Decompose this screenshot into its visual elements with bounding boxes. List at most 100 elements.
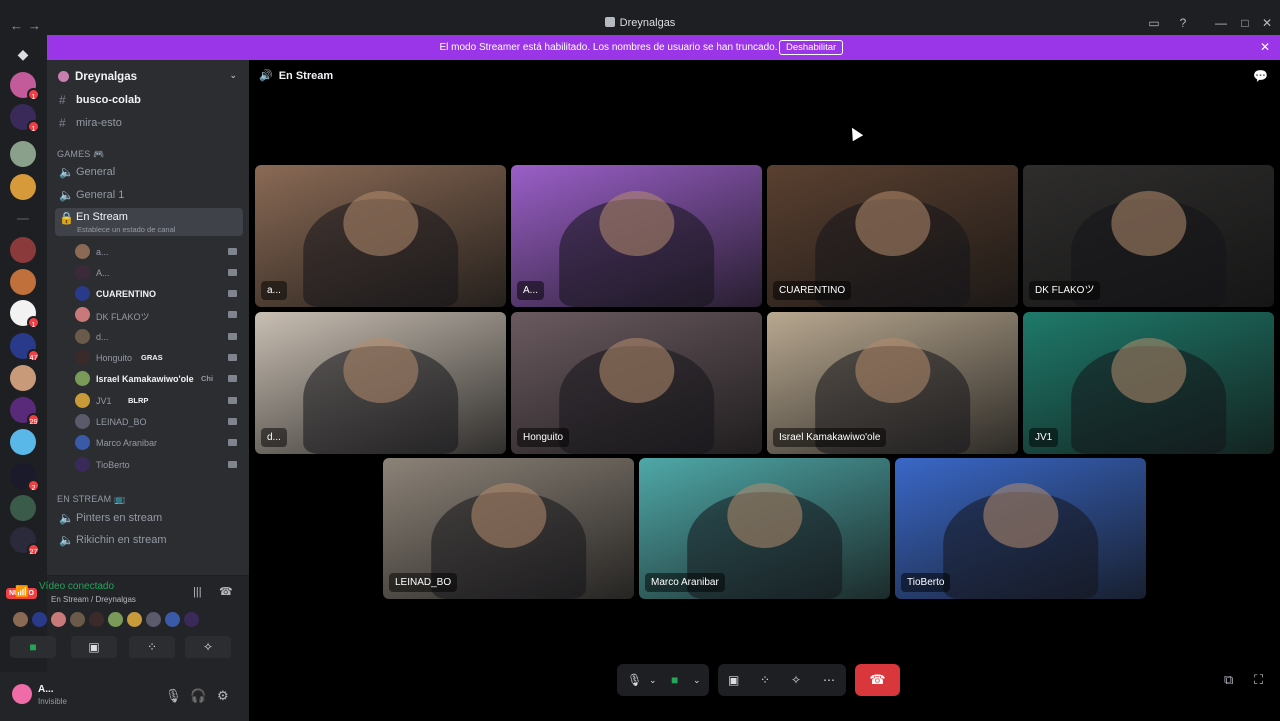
member-row[interactable]: JV1 BLRP bbox=[75, 390, 241, 410]
server-icon[interactable] bbox=[10, 269, 36, 295]
chevron-down-icon[interactable]: ⌄ bbox=[693, 664, 701, 696]
participant-head bbox=[982, 483, 1059, 549]
inbox-icon[interactable]: ▭ bbox=[1146, 16, 1162, 30]
server-icon[interactable] bbox=[10, 141, 36, 167]
tile-label: Honguito bbox=[517, 428, 570, 447]
avatar bbox=[75, 435, 90, 450]
server-icon[interactable] bbox=[10, 365, 36, 391]
member-row[interactable]: a... bbox=[75, 241, 241, 261]
voice-status[interactable]: Vídeo conectado bbox=[39, 581, 114, 592]
hang-up-button[interactable]: ☎ bbox=[855, 664, 900, 696]
channel-mira-esto[interactable]: # mira-esto bbox=[55, 113, 243, 133]
member-row[interactable]: DK FLAKOツ bbox=[75, 304, 241, 324]
member-row[interactable]: Marco Aranibar bbox=[75, 432, 241, 452]
server-icon[interactable]: 27 bbox=[10, 527, 40, 556]
video-tile[interactable]: Marco Aranibar bbox=[639, 458, 890, 599]
disconnect-icon[interactable]: ☎ bbox=[219, 585, 233, 598]
server-icon[interactable]: 1 bbox=[10, 104, 40, 133]
video-tile[interactable]: TioBerto bbox=[895, 458, 1146, 599]
tile-label: JV1 bbox=[1029, 428, 1059, 447]
microphone-icon[interactable]: 🎙 bbox=[627, 664, 642, 696]
screen-share-button[interactable]: ▣ bbox=[71, 636, 117, 658]
voice-location: En Stream / Dreynalgas bbox=[51, 595, 136, 604]
voice-channel-general-1[interactable]: 🔈 General 1 bbox=[55, 185, 243, 205]
minimize-icon[interactable]: — bbox=[1213, 16, 1229, 30]
chat-bubble-icon[interactable]: 💬 bbox=[1253, 69, 1268, 83]
soundboard-icon[interactable]: ✧ bbox=[791, 664, 801, 696]
tile-label: CUARENTINO bbox=[773, 281, 852, 300]
video-tile-speaking[interactable]: Israel Kamakawiwo'ole bbox=[767, 312, 1018, 454]
avatar[interactable] bbox=[12, 684, 32, 704]
member-row[interactable]: Honguito GRAS bbox=[75, 347, 241, 367]
headphones-icon[interactable]: 🎧 bbox=[190, 688, 206, 704]
stage-channel-name: En Stream bbox=[278, 70, 334, 82]
pop-out-icon[interactable]: ⧉ bbox=[1224, 672, 1233, 688]
video-tile[interactable]: d... bbox=[255, 312, 506, 454]
disable-streamer-button[interactable]: Deshabilitar bbox=[779, 40, 844, 55]
close-banner-icon[interactable]: ✕ bbox=[1260, 40, 1270, 54]
category-games[interactable]: GAMES 🎮 bbox=[57, 149, 105, 160]
help-icon[interactable]: ? bbox=[1175, 16, 1191, 30]
settings-icon[interactable]: ⚙ bbox=[217, 688, 229, 704]
avatar bbox=[75, 393, 90, 408]
voice-channel-rikichin[interactable]: 🔈 Rikichin en stream bbox=[55, 530, 243, 550]
member-row[interactable]: CUARENTINO bbox=[75, 283, 241, 303]
fullscreen-icon[interactable]: ⛶ bbox=[1254, 672, 1263, 688]
activities-icon[interactable]: ⁘ bbox=[760, 664, 770, 696]
close-window-icon[interactable]: ✕ bbox=[1259, 16, 1275, 30]
soundboard-button[interactable]: ✧ bbox=[185, 636, 231, 658]
avatar bbox=[75, 307, 90, 322]
signal-icon: 📶 bbox=[15, 586, 29, 598]
server-icon[interactable]: 1 bbox=[10, 300, 40, 329]
discord-home-icon[interactable]: ◆ bbox=[10, 41, 36, 67]
video-tile[interactable]: JV1 bbox=[1023, 312, 1274, 454]
microphone-icon[interactable]: 🎙 bbox=[165, 688, 182, 704]
chevron-down-icon[interactable]: ⌄ bbox=[649, 664, 657, 696]
activities-button[interactable]: ⁘ bbox=[129, 636, 175, 658]
video-tile[interactable]: Honguito bbox=[511, 312, 762, 454]
voice-channel-pinters[interactable]: 🔈 Pinters en stream bbox=[55, 508, 243, 528]
server-header[interactable]: Dreynalgas ⌄ bbox=[47, 60, 249, 92]
server-icon[interactable] bbox=[10, 237, 36, 263]
video-tile[interactable]: A... bbox=[511, 165, 762, 307]
noise-suppression-icon[interactable]: ||| bbox=[193, 586, 202, 598]
server-icon[interactable] bbox=[10, 429, 36, 455]
video-tile[interactable]: LEINAD_BO bbox=[383, 458, 634, 599]
participant-avatars bbox=[13, 612, 203, 632]
server-icon[interactable]: 2 bbox=[10, 463, 40, 492]
camera-icon bbox=[228, 290, 237, 297]
member-row[interactable]: Israel Kamakawiwo'ole Chi bbox=[75, 368, 241, 388]
server-icon[interactable] bbox=[10, 495, 36, 521]
maximize-icon[interactable]: □ bbox=[1237, 16, 1253, 30]
more-options-icon[interactable]: ⋯ bbox=[823, 664, 835, 696]
tile-label: Israel Kamakawiwo'ole bbox=[773, 428, 887, 447]
channel-status[interactable]: Establece un estado de canal bbox=[77, 225, 175, 234]
participant-head bbox=[1110, 337, 1187, 403]
chevron-down-icon: ⌄ bbox=[229, 70, 237, 80]
video-tile[interactable]: a... bbox=[255, 165, 506, 307]
text-channel-icon: # bbox=[59, 116, 66, 130]
member-row[interactable]: d... bbox=[75, 326, 241, 346]
user-status: Invisible bbox=[38, 697, 67, 706]
speaker-icon: 🔈 bbox=[59, 188, 74, 202]
server-icon[interactable] bbox=[10, 174, 36, 200]
camera-icon[interactable]: ■ bbox=[671, 664, 678, 696]
server-icon[interactable]: 1 bbox=[10, 72, 40, 101]
camera-toggle-button[interactable]: ■ bbox=[10, 636, 56, 658]
server-icon[interactable]: 47 bbox=[10, 333, 40, 362]
divider bbox=[17, 218, 29, 220]
video-tile[interactable]: DK FLAKOツ bbox=[1023, 165, 1274, 307]
participant-head bbox=[470, 483, 547, 549]
category-en-stream[interactable]: EN STREAM 📺 bbox=[57, 494, 125, 505]
member-row[interactable]: A... bbox=[75, 262, 241, 282]
member-row[interactable]: LEINAD_BO bbox=[75, 411, 241, 431]
channel-busco-colab[interactable]: # busco-colab bbox=[55, 90, 243, 110]
screen-share-icon[interactable]: ▣ bbox=[728, 664, 739, 696]
mouse-cursor bbox=[846, 124, 864, 142]
member-row[interactable]: TioBerto bbox=[75, 454, 241, 474]
user-name: A... bbox=[38, 684, 54, 695]
video-tile-speaking[interactable]: CUARENTINO bbox=[767, 165, 1018, 307]
voice-channel-en-stream[interactable]: 🔒 En Stream Establece un estado de canal bbox=[55, 208, 243, 236]
server-icon[interactable]: 29 bbox=[10, 397, 40, 426]
voice-channel-general[interactable]: 🔈 General bbox=[55, 162, 243, 182]
